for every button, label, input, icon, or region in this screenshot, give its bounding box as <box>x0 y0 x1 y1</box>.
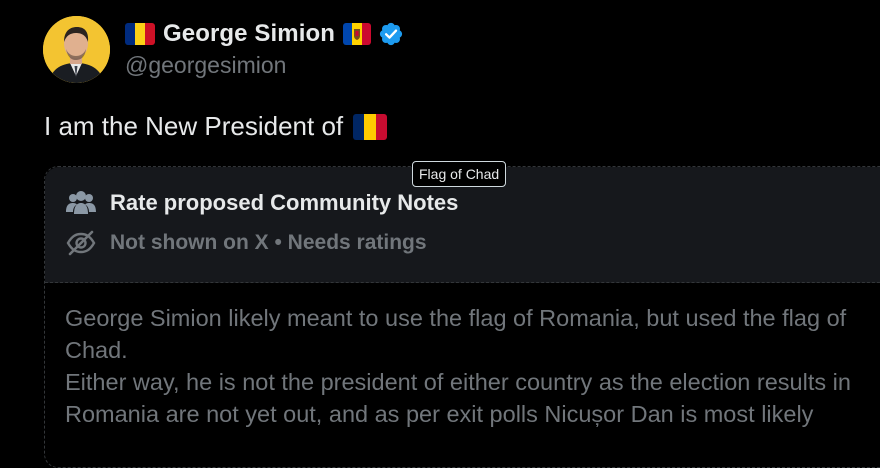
notes-status-row: Not shown on X • Needs ratings <box>65 229 427 257</box>
community-notes-card[interactable]: Rate proposed Community Notes Not shown … <box>44 166 880 468</box>
flag-stripe <box>375 113 388 140</box>
flag-stripe <box>353 113 365 140</box>
note-line: Romania are not yet out, and as per exit… <box>65 401 814 427</box>
rate-notes-title[interactable]: Rate proposed Community Notes <box>110 190 458 216</box>
note-line: Chad. <box>65 337 128 363</box>
moldova-flag-icon <box>343 23 371 45</box>
flag-stripe <box>125 23 135 45</box>
flag-of-chad-icon[interactable] <box>353 113 388 140</box>
flag-stripe <box>135 23 145 45</box>
eye-slash-icon <box>65 229 97 257</box>
avatar[interactable] <box>43 16 110 83</box>
flag-tooltip: Flag of Chad <box>412 161 507 187</box>
note-body: George Simion likely meant to use the fl… <box>65 302 880 430</box>
display-name[interactable]: George Simion <box>163 20 335 48</box>
flag-stripe <box>361 23 371 45</box>
profile-photo <box>43 16 110 83</box>
people-icon <box>65 189 97 217</box>
rate-notes-row[interactable]: Rate proposed Community Notes <box>65 189 458 217</box>
tweet-text: I am the New President of <box>44 111 388 142</box>
flag-stripe <box>364 113 376 140</box>
verified-badge-icon <box>378 21 404 47</box>
note-line: Either way, he is not the president of e… <box>65 369 851 395</box>
flag-stripe <box>352 23 362 45</box>
flag-stripe <box>145 23 155 45</box>
notes-status-text: Not shown on X • Needs ratings <box>110 231 427 254</box>
author-handle[interactable]: @georgesimion <box>125 52 286 79</box>
author-name-row[interactable]: George Simion <box>125 18 404 50</box>
coat-of-arms-icon <box>354 29 361 40</box>
flag-icon <box>125 23 155 45</box>
flag-stripe <box>343 23 353 45</box>
tweet-text-content: I am the New President of <box>44 111 344 141</box>
note-line: George Simion likely meant to use the fl… <box>65 305 847 331</box>
